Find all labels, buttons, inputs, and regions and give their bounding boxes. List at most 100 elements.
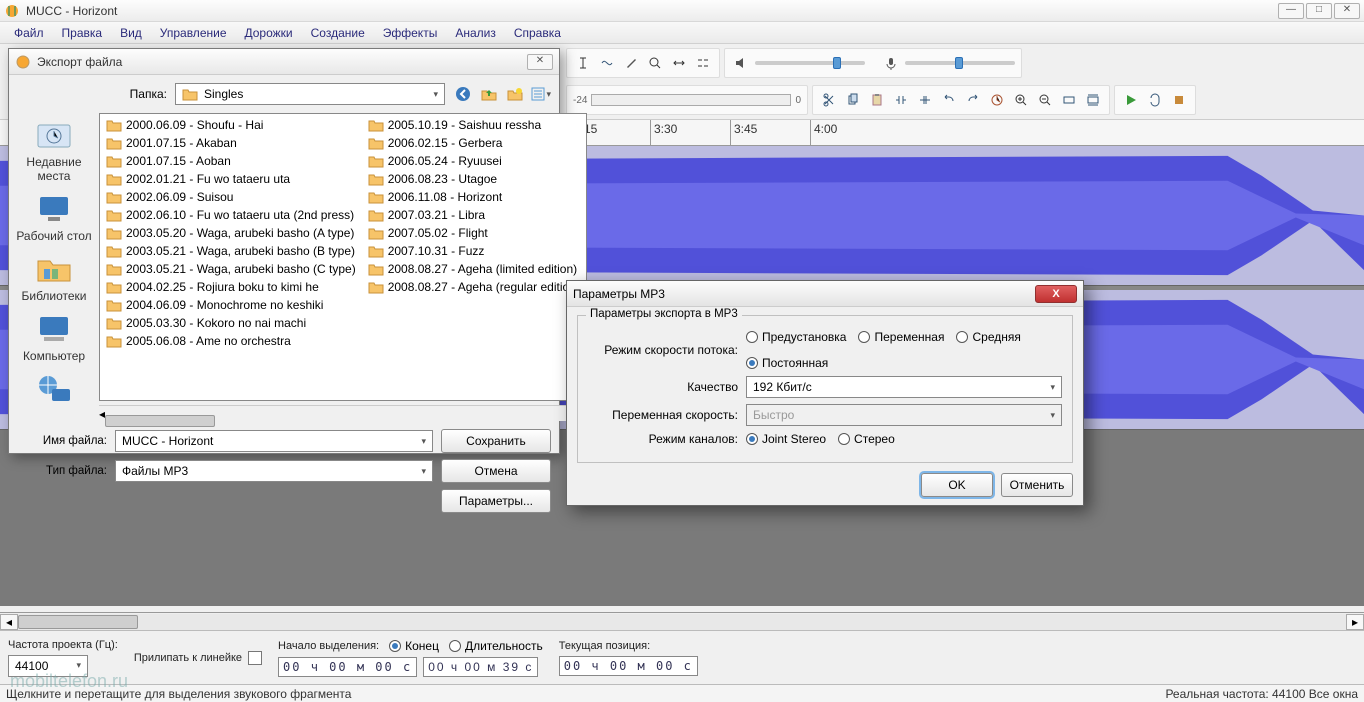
place-computer[interactable]: Компьютер xyxy=(9,311,99,363)
filetype-select[interactable]: Файлы MP3▾ xyxy=(115,460,433,482)
nav-viewmenu-icon[interactable]: ▾ xyxy=(531,84,551,104)
place-recent[interactable]: Недавние места xyxy=(9,117,99,183)
bitrate-mode-radio[interactable]: Переменная xyxy=(858,330,944,344)
project-rate-select[interactable]: 44100▾ xyxy=(8,655,88,677)
end-radio[interactable]: Конец xyxy=(389,639,439,653)
place-desktop[interactable]: Рабочий стол xyxy=(9,191,99,243)
file-list[interactable]: 2000.06.09 - Shoufu - Hai2001.07.15 - Ak… xyxy=(99,113,587,401)
channel-mode-radio[interactable]: Joint Stereo xyxy=(746,432,826,446)
file-item[interactable]: 2002.06.10 - Fu wo tataeru uta (2nd pres… xyxy=(100,206,362,224)
current-pos-value[interactable]: 00 ч 00 м 00 с xyxy=(559,656,698,676)
menu-analyze[interactable]: Анализ xyxy=(447,24,504,42)
zoom-sel-icon[interactable] xyxy=(1059,90,1079,110)
file-list-scrollbar[interactable]: ◂▸ xyxy=(99,405,587,421)
stop-icon[interactable] xyxy=(1169,90,1189,110)
loop-icon[interactable] xyxy=(1145,90,1165,110)
menu-edit[interactable]: Правка xyxy=(54,24,111,42)
quality-select[interactable]: 192 Кбит/с▾ xyxy=(746,376,1062,398)
filename-field[interactable]: MUCC - Horizont▾ xyxy=(115,430,433,452)
silence-icon[interactable] xyxy=(915,90,935,110)
sync-lock-icon[interactable] xyxy=(987,90,1007,110)
file-item[interactable]: 2007.05.02 - Flight xyxy=(362,224,586,242)
zoom-fit-icon[interactable] xyxy=(1083,90,1103,110)
mp3-cancel-button[interactable]: Отменить xyxy=(1001,473,1073,497)
tool-timeshift-icon[interactable] xyxy=(669,53,689,73)
place-network[interactable] xyxy=(9,371,99,407)
snap-checkbox[interactable] xyxy=(248,651,262,665)
minimize-button[interactable]: — xyxy=(1278,3,1304,19)
file-item[interactable]: 2006.08.23 - Utagoe xyxy=(362,170,586,188)
trim-icon[interactable] xyxy=(891,90,911,110)
tool-multi-icon[interactable] xyxy=(693,53,713,73)
bitrate-mode-radio[interactable]: Средняя xyxy=(956,330,1020,344)
cut-icon[interactable] xyxy=(819,90,839,110)
input-volume-slider[interactable] xyxy=(905,61,1015,65)
length-radio[interactable]: Длительность xyxy=(449,639,543,653)
nav-newfolder-icon[interactable] xyxy=(505,84,525,104)
menu-tracks[interactable]: Дорожки xyxy=(237,24,301,42)
file-item[interactable]: 2004.06.09 - Monochrome no keshiki xyxy=(100,296,362,314)
horizontal-scrollbar[interactable]: ◂ ▸ xyxy=(0,612,1364,630)
tool-ibeam-icon[interactable] xyxy=(573,53,593,73)
file-item[interactable]: 2005.03.30 - Kokoro no nai machi xyxy=(100,314,362,332)
cancel-button[interactable]: Отмена xyxy=(441,459,551,483)
menu-generate[interactable]: Создание xyxy=(303,24,373,42)
file-item[interactable]: 2007.03.21 - Libra xyxy=(362,206,586,224)
place-libraries[interactable]: Библиотеки xyxy=(9,251,99,303)
file-item[interactable]: 2004.02.25 - Rojiura boku to kimi he xyxy=(100,278,362,296)
file-item[interactable]: 2002.01.21 - Fu wo tataeru uta xyxy=(100,170,362,188)
zoom-in-icon[interactable] xyxy=(1011,90,1031,110)
file-item[interactable]: 2000.06.09 - Shoufu - Hai xyxy=(100,116,362,134)
file-item[interactable]: 2003.05.20 - Waga, arubeki basho (A type… xyxy=(100,224,362,242)
mp3-ok-button[interactable]: OK xyxy=(921,473,993,497)
undo-icon[interactable] xyxy=(939,90,959,110)
selection-end-value[interactable]: 00 ч 00 м 39 с xyxy=(423,657,538,677)
file-item[interactable]: 2003.05.21 - Waga, arubeki basho (C type… xyxy=(100,260,362,278)
paste-icon[interactable] xyxy=(867,90,887,110)
nav-back-icon[interactable] xyxy=(453,84,473,104)
menu-file[interactable]: Файл xyxy=(6,24,52,42)
file-item[interactable]: 2002.06.09 - Suisou xyxy=(100,188,362,206)
redo-icon[interactable] xyxy=(963,90,983,110)
folder-row: Папка: Singles ▾ ▾ xyxy=(9,75,559,109)
folder-select[interactable]: Singles ▾ xyxy=(175,83,445,105)
zoom-out-icon[interactable] xyxy=(1035,90,1055,110)
parameters-button[interactable]: Параметры... xyxy=(441,489,551,513)
file-item[interactable]: 2003.05.21 - Waga, arubeki basho (B type… xyxy=(100,242,362,260)
file-item[interactable]: 2001.07.15 - Akaban xyxy=(100,134,362,152)
file-item[interactable]: 2001.07.15 - Aoban xyxy=(100,152,362,170)
menu-transport[interactable]: Управление xyxy=(152,24,235,42)
tool-draw-icon[interactable] xyxy=(621,53,641,73)
file-item[interactable]: 2008.08.27 - Ageha (regular edition) xyxy=(362,278,586,296)
menu-view[interactable]: Вид xyxy=(112,24,150,42)
output-volume-slider[interactable] xyxy=(755,61,865,65)
play-icon[interactable] xyxy=(1121,90,1141,110)
nav-up-icon[interactable] xyxy=(479,84,499,104)
scroll-thumb[interactable] xyxy=(18,615,138,629)
file-item[interactable]: 2006.11.08 - Horizont xyxy=(362,188,586,206)
file-item[interactable]: 2007.10.31 - Fuzz xyxy=(362,242,586,260)
selection-start-value[interactable]: 00 ч 00 м 00 с xyxy=(278,657,417,677)
bitrate-mode-radio[interactable]: Предустановка xyxy=(746,330,846,344)
export-close-button[interactable]: ✕ xyxy=(527,54,553,70)
scroll-left-icon[interactable]: ◂ xyxy=(0,614,18,630)
file-item[interactable]: 2008.08.27 - Ageha (limited edition) xyxy=(362,260,586,278)
mp3-close-button[interactable]: X xyxy=(1035,285,1077,303)
scroll-right-icon[interactable]: ▸ xyxy=(1346,614,1364,630)
tool-zoom-icon[interactable] xyxy=(645,53,665,73)
bitrate-mode-radio[interactable]: Постоянная xyxy=(746,356,828,370)
channel-mode-radio[interactable]: Стерео xyxy=(838,432,895,446)
menu-help[interactable]: Справка xyxy=(506,24,569,42)
file-item[interactable]: 2006.02.15 - Gerbera xyxy=(362,134,586,152)
copy-icon[interactable] xyxy=(843,90,863,110)
tool-envelope-icon[interactable] xyxy=(597,53,617,73)
output-meter[interactable] xyxy=(591,94,791,106)
file-item[interactable]: 2005.06.08 - Ame no orchestra xyxy=(100,332,362,350)
menu-effects[interactable]: Эффекты xyxy=(375,24,446,42)
save-button[interactable]: Сохранить xyxy=(441,429,551,453)
file-item[interactable]: 2005.10.19 - Saishuu ressha xyxy=(362,116,586,134)
file-item[interactable]: 2006.05.24 - Ryuusei xyxy=(362,152,586,170)
maximize-button[interactable]: □ xyxy=(1306,3,1332,19)
close-button[interactable]: ✕ xyxy=(1334,3,1360,19)
app-icon xyxy=(4,3,20,19)
